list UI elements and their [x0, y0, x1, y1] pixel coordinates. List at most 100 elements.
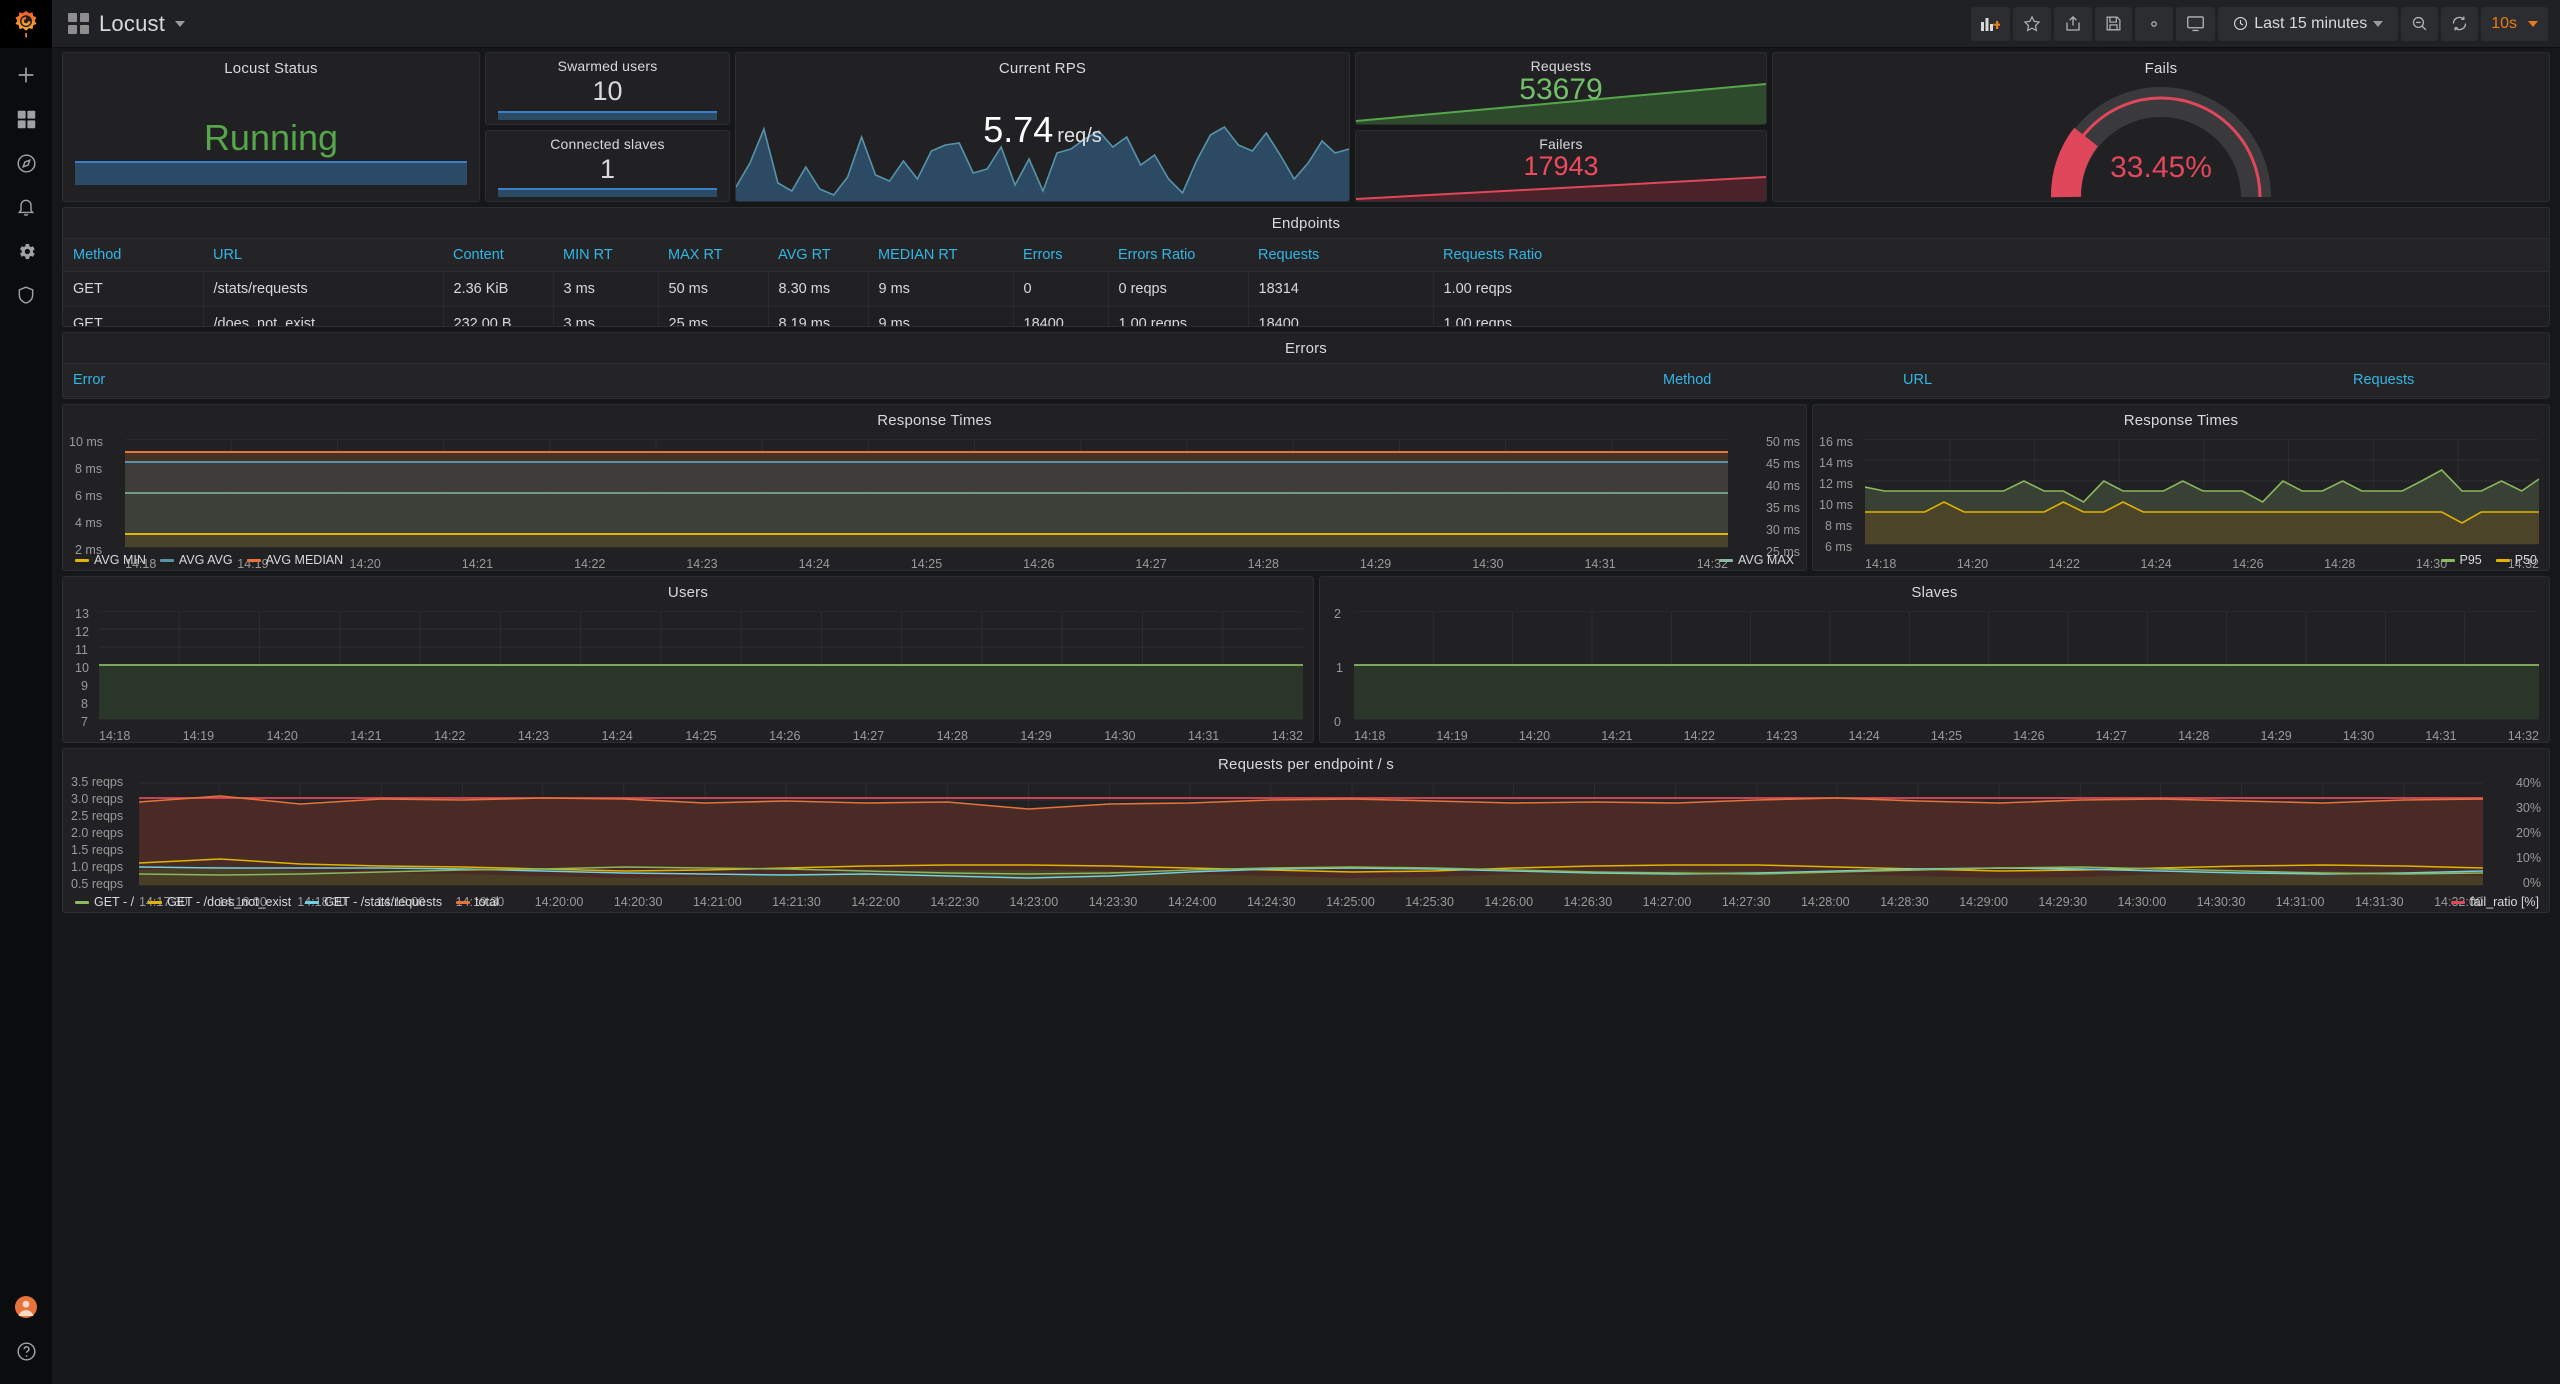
panel-current-rps[interactable]: Current RPS 5.74 req/s	[735, 52, 1350, 202]
tv-mode-button[interactable]	[2176, 6, 2216, 41]
top-navbar: Locust Last 15 minutes 10s	[0, 0, 2560, 48]
th-max-rt[interactable]: MAX RT	[658, 238, 768, 272]
refresh-button[interactable]	[2441, 6, 2479, 41]
save-dashboard-button[interactable]	[2095, 6, 2133, 41]
th-method[interactable]: Method	[63, 238, 203, 272]
legend-item[interactable]: AVG AVG	[159, 553, 233, 567]
panel-response-times-left[interactable]: Response Times 10 ms 8 ms 6 ms 4 ms 2 ms…	[62, 404, 1807, 571]
requests-value: 53679	[1519, 73, 1603, 106]
sidebar-user-avatar[interactable]	[11, 1292, 41, 1322]
panel-requests[interactable]: Requests 53679	[1355, 52, 1767, 125]
legend-label: AVG MIN	[94, 553, 146, 567]
th-median-rt[interactable]: MEDIAN RT	[868, 238, 1013, 272]
panel-response-times-right[interactable]: Response Times 16 ms 14 ms 12 ms 10 ms 8…	[1812, 404, 2550, 571]
x-tick: 14:19	[1436, 729, 1468, 743]
th-url[interactable]: URL	[1893, 363, 2343, 397]
table-row[interactable]: GET /does_not_exist 232.00 B 3 ms 25 ms …	[63, 306, 2549, 326]
y-tick: 16 ms	[1819, 435, 1854, 449]
panel-slaves[interactable]: Slaves 2 1 0 14:18 14:19 14:20 14:21 14:…	[1319, 576, 2550, 743]
series-avg-min-area	[125, 534, 1728, 547]
fails-value: 33.45%	[2110, 151, 2212, 184]
legend-item[interactable]: P95	[2440, 553, 2482, 567]
sidebar	[0, 48, 52, 1384]
sidebar-item-configuration[interactable]	[11, 236, 41, 266]
stat-row: Locust Status Running Swarmed users 10 C…	[62, 52, 2550, 202]
mark-favorite-button[interactable]	[2013, 6, 2052, 41]
graph-svg	[1865, 439, 2539, 545]
dashboard-title[interactable]: Locust	[99, 11, 165, 37]
panel-connected-slaves[interactable]: Connected slaves 1	[485, 129, 730, 202]
th-avg-rt[interactable]: AVG RT	[768, 238, 868, 272]
panel-errors[interactable]: Errors Error Method URL Requests "HTTPEr…	[62, 332, 2550, 399]
y-left-tick: 1.0 reqps	[71, 860, 124, 874]
y-tick: 12 ms	[1819, 477, 1854, 491]
y-right-tick: 40%	[2515, 776, 2541, 790]
y-right-tick: 10%	[2515, 851, 2541, 865]
cell-url: /does_not_exist	[1893, 396, 2344, 398]
panel-locust-status[interactable]: Locust Status Running	[62, 52, 480, 202]
sidebar-item-alerting[interactable]	[11, 192, 41, 222]
legend-swatch	[2451, 900, 2466, 904]
y-left-tick: 2.5 reqps	[71, 809, 124, 823]
th-min-rt[interactable]: MIN RT	[553, 238, 658, 272]
grafana-logo-button[interactable]	[0, 0, 52, 48]
sidebar-item-dashboards[interactable]	[11, 104, 41, 134]
table-row[interactable]: GET /stats/requests 2.36 KiB 3 ms 50 ms …	[63, 271, 2549, 307]
locust-status-sparkline	[75, 161, 467, 185]
legend-item[interactable]: AVG MEDIAN	[246, 553, 343, 567]
legend-swatch	[75, 900, 89, 904]
cell-errors: 0	[1013, 271, 1109, 307]
errors-table-body: "HTTPError('404 Client Error: NOT FOUND …	[63, 396, 2549, 398]
legend-item[interactable]: AVG MAX	[1718, 553, 1806, 567]
sidebar-item-server-admin[interactable]	[11, 280, 41, 310]
y-tick: 8 ms	[1825, 519, 1853, 533]
table-row[interactable]: "HTTPError('404 Client Error: NOT FOUND …	[63, 396, 2549, 398]
time-range-picker[interactable]: Last 15 minutes	[2218, 6, 2399, 41]
legend-item[interactable]: GET - /does_not_exist	[148, 895, 291, 909]
add-panel-icon	[1981, 18, 2001, 31]
legend-item[interactable]: GET - /	[75, 895, 134, 909]
panel-failers[interactable]: Failers 17943	[1355, 129, 1767, 202]
legend-item[interactable]: total	[456, 895, 499, 909]
th-requests[interactable]: Requests	[2343, 363, 2549, 397]
sidebar-help-button[interactable]	[11, 1336, 41, 1366]
legend-item[interactable]: GET - /stats/requests	[305, 895, 442, 909]
th-requests[interactable]: Requests	[1248, 238, 1433, 272]
y-right-tick: 50 ms	[1765, 435, 1800, 449]
legend-item[interactable]: fail_ratio [%]	[2451, 895, 2549, 909]
legend-swatch	[148, 900, 163, 904]
th-method[interactable]: Method	[1653, 363, 1893, 397]
search-minus-icon	[2413, 16, 2427, 31]
cell-errors: 18400	[1013, 306, 1109, 326]
cell-content: 2.36 KiB	[443, 271, 554, 307]
share-dashboard-button[interactable]	[2054, 6, 2093, 41]
series-slaves-area	[1354, 665, 2539, 719]
panel-swarmed-users[interactable]: Swarmed users 10	[485, 52, 730, 125]
users-slaves-stack: Swarmed users 10 Connected slaves 1	[485, 52, 730, 202]
legend-item[interactable]: AVG MIN	[75, 553, 146, 567]
th-errors[interactable]: Errors	[1013, 238, 1108, 272]
panel-fails[interactable]: Fails 33.45%	[1772, 52, 2550, 202]
swarmed-users-sparkline	[498, 110, 717, 120]
series-users-area	[99, 665, 1303, 719]
y-tick: 2	[1334, 607, 1341, 621]
panel-requests-per-endpoint[interactable]: Requests per endpoint / s 3.5 reqps 3.0 …	[62, 748, 2550, 913]
add-panel-button[interactable]	[1971, 6, 2011, 41]
sidebar-create-button[interactable]	[11, 60, 41, 90]
th-url[interactable]: URL	[203, 238, 443, 272]
th-error[interactable]: Error	[63, 363, 1653, 397]
panel-users[interactable]: Users 13 12 11 10 9 8 7 14:18 14:19 14:2…	[62, 576, 1314, 743]
sidebar-item-explore[interactable]	[11, 148, 41, 178]
cell-errors-ratio: 1.00 reqps	[1108, 306, 1249, 326]
th-requests-ratio[interactable]: Requests Ratio	[1433, 238, 2549, 272]
panel-endpoints[interactable]: Endpoints Method URL Content MIN RT MAX …	[62, 207, 2550, 327]
chevron-down-icon[interactable]	[175, 20, 186, 27]
zoom-out-button[interactable]	[2401, 6, 2439, 41]
th-errors-ratio[interactable]: Errors Ratio	[1108, 238, 1248, 272]
x-tick: 14:20	[1518, 729, 1551, 743]
shield-icon	[18, 286, 34, 304]
dashboard-settings-button[interactable]	[2135, 6, 2174, 41]
th-content[interactable]: Content	[443, 238, 553, 272]
refresh-interval-picker[interactable]: 10s	[2481, 6, 2548, 41]
legend-item[interactable]: P50	[2495, 553, 2537, 567]
